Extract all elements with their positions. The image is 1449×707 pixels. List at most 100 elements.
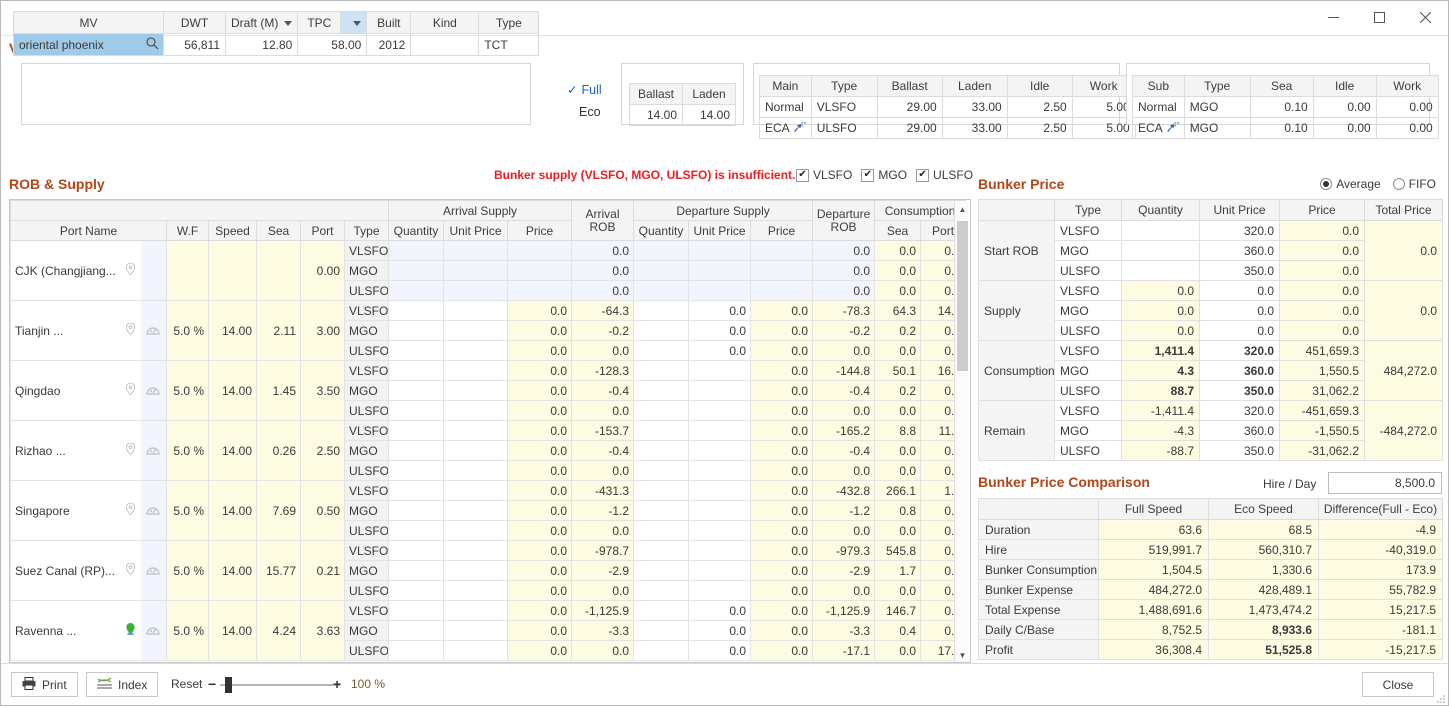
arrival-unit-price-cell[interactable] [444,641,508,661]
departure-unit-price-cell[interactable] [689,241,751,261]
type-cell[interactable]: VLSFO [811,97,877,118]
sea-days-cell[interactable]: 15.77 [257,541,301,601]
departure-qty-cell[interactable] [634,501,689,521]
checkbox-box[interactable]: ✔ [916,169,929,182]
table-row[interactable]: Suez Canal (RP)...5.0 %14.0015.770.21VLS… [11,541,966,561]
reset-zoom-label[interactable]: Reset [171,677,202,691]
arrival-unit-price-cell[interactable] [444,541,508,561]
arrival-unit-price-cell[interactable] [444,261,508,281]
port-days-cell[interactable]: 0.00 [301,241,345,301]
arrival-unit-price-cell[interactable] [444,301,508,321]
arrival-qty-cell[interactable] [389,281,444,301]
idle-cell[interactable]: 2.50 [1007,118,1072,139]
port-gauge-icon[interactable] [141,301,167,361]
departure-unit-price-cell[interactable] [689,361,751,381]
departure-unit-price-cell[interactable] [689,481,751,501]
unit-price-cell[interactable]: 360.0 [1200,241,1280,261]
arrival-unit-price-cell[interactable] [444,561,508,581]
port-name-cell[interactable]: Rizhao ... [11,421,121,481]
table-row[interactable]: Rizhao ...5.0 %14.000.262.50VLSFO0.0-153… [11,421,966,441]
ballast-speed-value[interactable]: 14.00 [630,105,683,126]
arrival-qty-cell[interactable] [389,641,444,661]
quantity-cell[interactable] [1122,261,1200,281]
departure-qty-cell[interactable] [634,241,689,261]
sea-days-cell[interactable]: 0.26 [257,421,301,481]
minimize-button[interactable] [1310,1,1356,35]
type-cell[interactable]: MGO [1184,118,1250,139]
departure-unit-price-cell[interactable] [689,421,751,441]
departure-qty-cell[interactable] [634,581,689,601]
port-name-cell[interactable]: Ravenna ... [11,601,121,661]
arrival-unit-price-cell[interactable] [444,441,508,461]
arrival-qty-cell[interactable] [389,461,444,481]
departure-qty-cell[interactable] [634,621,689,641]
departure-qty-cell[interactable] [634,341,689,361]
arrival-qty-cell[interactable] [389,521,444,541]
tab-full[interactable]: ✓Full [561,79,623,101]
sea-cell[interactable]: 0.10 [1250,118,1313,139]
quantity-cell[interactable]: 88.7 [1122,381,1200,401]
arrival-unit-price-cell[interactable] [444,581,508,601]
departure-unit-price-cell[interactable]: 0.0 [689,641,751,661]
quantity-cell[interactable]: 4.3 [1122,361,1200,381]
ballast-cell[interactable]: 29.00 [877,118,942,139]
maximize-button[interactable] [1356,1,1402,35]
arrival-qty-cell[interactable] [389,541,444,561]
quantity-cell[interactable]: 0.0 [1122,281,1200,301]
col-draft[interactable]: Draft (M) [226,12,298,34]
quantity-cell[interactable] [1122,221,1200,241]
port-days-cell[interactable]: 0.21 [301,541,345,601]
kind-value[interactable] [411,34,479,56]
unit-price-cell[interactable]: 0.0 [1200,321,1280,341]
arrival-qty-cell[interactable] [389,561,444,581]
departure-qty-cell[interactable] [634,261,689,281]
idle-cell[interactable]: 2.50 [1007,97,1072,118]
idle-cell[interactable]: 0.00 [1313,97,1376,118]
hire-per-day-input[interactable]: 8,500.0 [1328,472,1442,494]
arrival-qty-cell[interactable] [389,381,444,401]
arrival-unit-price-cell[interactable] [444,521,508,541]
close-dialog-button[interactable]: Close [1362,672,1434,697]
checkbox-box[interactable]: ✔ [796,169,809,182]
arrival-qty-cell[interactable] [389,421,444,441]
departure-qty-cell[interactable] [634,561,689,581]
quantity-cell[interactable]: -88.7 [1122,441,1200,461]
arrival-qty-cell[interactable] [389,401,444,421]
departure-unit-price-cell[interactable] [689,541,751,561]
port-gauge-icon[interactable] [141,541,167,601]
port-name-cell[interactable]: Qingdao [11,361,121,421]
departure-unit-price-cell[interactable] [689,581,751,601]
departure-qty-cell[interactable] [634,421,689,441]
arrival-qty-cell[interactable] [389,261,444,281]
arrival-unit-price-cell[interactable] [444,621,508,641]
draft-value[interactable]: 12.80 [226,34,298,56]
sea-days-cell[interactable] [257,241,301,301]
port-pin-icon[interactable] [121,301,141,361]
wf-cell[interactable] [167,241,209,301]
search-icon[interactable] [146,37,159,53]
departure-qty-cell[interactable] [634,301,689,321]
grid-vertical-scrollbar[interactable]: ▲ ▼ [954,201,969,663]
arrival-unit-price-cell[interactable] [444,341,508,361]
arrival-unit-price-cell[interactable] [444,281,508,301]
departure-unit-price-cell[interactable]: 0.0 [689,341,751,361]
quantity-cell[interactable]: 0.0 [1122,321,1200,341]
unit-price-cell[interactable]: 0.0 [1200,301,1280,321]
port-gauge-icon[interactable] [141,601,167,661]
departure-qty-cell[interactable] [634,281,689,301]
port-pin-icon[interactable] [121,241,141,301]
table-row[interactable]: Tianjin ...5.0 %14.002.113.00VLSFO0.0-64… [11,301,966,321]
port-pin-icon[interactable] [121,601,141,661]
speed-cell[interactable]: 14.00 [209,481,257,541]
built-value[interactable]: 2012 [367,34,411,56]
unit-price-cell[interactable]: 350.0 [1200,381,1280,401]
sea-days-cell[interactable]: 4.24 [257,601,301,661]
speed-cell[interactable]: 14.00 [209,421,257,481]
port-name-cell[interactable]: Suez Canal (RP)... [11,541,121,601]
work-cell[interactable]: 0.00 [1376,118,1438,139]
unit-price-cell[interactable]: 350.0 [1200,261,1280,281]
arrival-unit-price-cell[interactable] [444,381,508,401]
type-cell[interactable]: MGO [1184,97,1250,118]
wf-cell[interactable]: 5.0 % [167,601,209,661]
arrival-qty-cell[interactable] [389,321,444,341]
